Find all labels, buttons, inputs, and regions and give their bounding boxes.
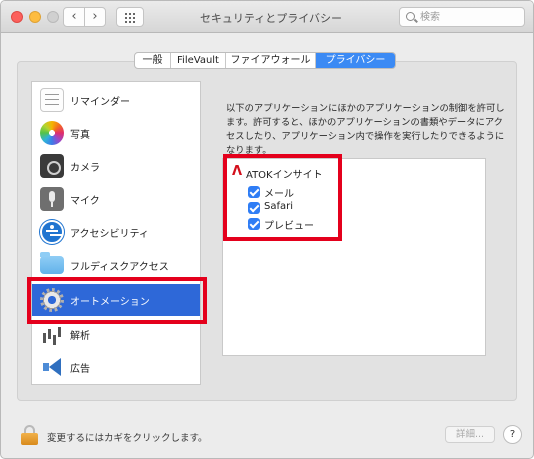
tab-privacy[interactable]: プライバシー [316, 53, 395, 68]
sidebar-item-camera[interactable]: カメラ [32, 150, 200, 182]
sidebar-item-label: マイク [70, 196, 100, 207]
camera-icon [40, 154, 64, 178]
close-window-button[interactable] [11, 11, 23, 23]
grid-icon [125, 13, 127, 15]
lock-instruction-text: 変更するにはカギをクリックします。 [47, 433, 208, 444]
tab-filevault[interactable]: FileVault [171, 53, 226, 68]
privacy-category-list: リマインダー 写真 カメラ マイク アクセシビリティ フルディスクアクセス オー… [31, 81, 201, 385]
advertising-icon [40, 355, 64, 379]
sidebar-item-microphone[interactable]: マイク [32, 183, 200, 215]
minimize-window-button[interactable] [29, 11, 41, 23]
reminders-icon [40, 88, 64, 112]
preferences-window: ‹ › セキュリティとプライバシー 一般 FileVault ファイアウォール … [0, 0, 534, 459]
search-icon [406, 12, 415, 21]
highlight-box-automation [27, 277, 207, 324]
accessibility-icon [40, 220, 64, 244]
microphone-icon [40, 187, 64, 211]
details-button[interactable]: 詳細... [445, 426, 495, 443]
sidebar-item-label: リマインダー [70, 97, 130, 108]
sidebar-item-accessibility[interactable]: アクセシビリティ [32, 216, 200, 248]
back-button[interactable]: ‹ [63, 7, 85, 27]
automation-description: 以下のアプリケーションにほかのアプリケーションの制御を許可します。許可すると、ほ… [226, 103, 505, 156]
sidebar-item-label: アクセシビリティ [70, 229, 149, 240]
analytics-icon [40, 322, 64, 346]
window-title: セキュリティとプライバシー [199, 12, 343, 25]
sidebar-item-label: フルディスクアクセス [70, 262, 169, 273]
sidebar-item-reminders[interactable]: リマインダー [32, 84, 200, 116]
tab-firewall[interactable]: ファイアウォール [226, 53, 316, 68]
sidebar-item-label: 広告 [70, 364, 90, 375]
tab-bar: 一般 FileVault ファイアウォール プライバシー [134, 52, 396, 69]
highlight-box-app-permissions [223, 154, 342, 241]
sidebar-item-label: 写真 [70, 130, 90, 141]
search-input[interactable] [420, 10, 520, 24]
lock-icon[interactable] [21, 425, 38, 445]
forward-button[interactable]: › [84, 7, 106, 27]
sidebar-item-advertising[interactable]: 広告 [32, 351, 200, 383]
search-field[interactable] [399, 7, 525, 27]
photos-icon [40, 121, 64, 145]
sidebar-item-label: カメラ [70, 163, 100, 174]
tab-general[interactable]: 一般 [135, 53, 171, 68]
sidebar-item-photos[interactable]: 写真 [32, 117, 200, 149]
show-all-button[interactable] [116, 7, 144, 27]
zoom-window-button[interactable] [47, 11, 59, 23]
folder-icon [40, 252, 64, 274]
chevron-right-icon: › [92, 9, 98, 24]
help-button[interactable]: ? [503, 425, 522, 444]
sidebar-item-label: 解析 [70, 331, 90, 342]
title-bar: ‹ › セキュリティとプライバシー [1, 1, 533, 33]
chevron-left-icon: ‹ [71, 9, 77, 24]
